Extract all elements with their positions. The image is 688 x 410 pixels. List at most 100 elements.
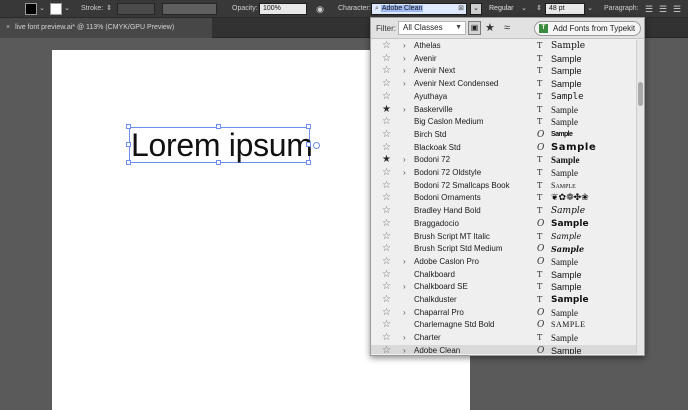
favorite-star-icon[interactable]: ☆ [382,256,391,269]
selection-handle[interactable] [216,124,221,129]
font-row[interactable]: ☆ Brush Script MT Italic T Sample [371,231,636,244]
expand-family-chevron-icon[interactable]: › [403,307,406,320]
font-row[interactable]: ☆ › Chalkboard SE T Sample [371,281,636,294]
align-center-icon[interactable]: ☰ [657,3,669,15]
favorite-star-icon[interactable]: ☆ [382,167,391,180]
filter-classes-select[interactable]: All Classes ▼ [398,21,466,35]
favorite-star-icon[interactable]: ☆ [382,192,391,205]
font-style-dropdown-chevron-icon[interactable]: ⌄ [520,3,528,15]
fill-dropdown-chevron-icon[interactable]: ⌄ [38,3,46,15]
favorite-star-icon[interactable]: ☆ [382,180,391,193]
expand-family-chevron-icon[interactable]: › [403,53,406,66]
font-row[interactable]: ☆ Big Caslon Medium T Sample [371,116,636,129]
selection-handle[interactable] [306,124,311,129]
font-row[interactable]: ☆ Braggadocio O Sample [371,218,636,231]
favorite-star-icon[interactable]: ☆ [382,243,391,256]
font-style-value[interactable]: Regular [489,0,514,18]
text-out-port[interactable] [313,142,320,149]
font-row[interactable]: ☆ Bradley Hand Bold T Sample [371,205,636,218]
favorite-star-icon[interactable]: ☆ [382,205,391,218]
filter-similar-icon[interactable]: ≈ [504,20,510,36]
selection-handle[interactable] [126,160,131,165]
font-size-field[interactable]: 48 pt [545,3,585,15]
stroke-weight-stepper-icon[interactable]: ⇕ [105,3,113,15]
selection-handle[interactable] [126,124,131,129]
favorite-star-icon[interactable]: ☆ [382,332,391,345]
favorite-star-icon[interactable]: ☆ [382,78,391,91]
font-row[interactable]: ☆ › Avenir Next Condensed T Sample [371,78,636,91]
expand-family-chevron-icon[interactable]: › [403,256,406,269]
favorite-star-icon[interactable]: ☆ [382,231,391,244]
font-row[interactable]: ☆ Birch Std O Sample [371,129,636,142]
favorite-star-icon[interactable]: ☆ [382,129,391,142]
favorite-star-icon[interactable]: ☆ [382,65,391,78]
expand-family-chevron-icon[interactable]: › [403,40,406,53]
font-row[interactable]: ☆ Bodoni 72 Smallcaps Book T Sample [371,180,636,193]
font-row[interactable]: ☆ › Adobe Caslon Pro O Sample [371,256,636,269]
font-family-dropdown-chevron-icon[interactable]: ⌄ [470,3,482,15]
font-row[interactable]: ☆ Charlemagne Std Bold O SAMPLE [371,319,636,332]
expand-family-chevron-icon[interactable]: › [403,104,406,117]
scrollbar-thumb[interactable] [638,82,643,106]
favorite-star-icon[interactable]: ☆ [382,294,391,307]
font-list[interactable]: ☆ › Athelas T Sample ☆ › Avenir T Sample ☆ › Avenir … [371,40,636,354]
font-row[interactable]: ★ › Baskerville T Sample [371,104,636,117]
document-tab[interactable]: × live font preview.ai* @ 113% (CMYK/GPU … [0,18,212,38]
favorite-star-icon[interactable]: ☆ [382,53,391,66]
selection-handle[interactable] [306,142,311,147]
favorite-star-icon[interactable]: ☆ [382,142,391,155]
font-row[interactable]: ☆ Blackoak Std O Sample [371,142,636,155]
font-row[interactable]: ☆ › Avenir T Sample [371,53,636,66]
font-row[interactable]: ☆ Chalkboard T Sample [371,269,636,282]
fill-swatch[interactable] [25,3,37,15]
variable-width-profile[interactable] [162,3,217,15]
font-row[interactable]: ☆ Brush Script Std Medium O Sample [371,243,636,256]
favorite-star-icon[interactable]: ☆ [382,116,391,129]
font-family-field[interactable]: ⌕ Adobe Clean ⊠ [371,3,467,15]
font-size-stepper-icon[interactable]: ⇕ [535,3,543,15]
expand-family-chevron-icon[interactable]: › [403,65,406,78]
favorite-star-icon[interactable]: ☆ [382,319,391,332]
font-row[interactable]: ☆ › Athelas T Sample [371,40,636,53]
font-list-scrollbar[interactable] [636,40,644,354]
font-size-dropdown-chevron-icon[interactable]: ⌄ [586,3,594,15]
stroke-weight-field[interactable] [117,3,155,15]
clear-field-icon[interactable]: ⊠ [458,4,464,14]
font-row[interactable]: ☆ › Adobe Clean O Sample [371,344,636,354]
favorite-star-icon[interactable]: ☆ [382,269,391,282]
expand-family-chevron-icon[interactable]: › [403,281,406,294]
favorite-star-filled-icon[interactable]: ★ [382,154,391,167]
font-row[interactable]: ☆ › Avenir Next T Sample [371,65,636,78]
opacity-field[interactable]: 100% [259,3,307,15]
favorite-star-icon[interactable]: ☆ [382,40,391,53]
selection-handle[interactable] [216,160,221,165]
expand-family-chevron-icon[interactable]: › [403,154,406,167]
filter-favorites-star-icon[interactable]: ★ [485,20,495,36]
recolor-icon[interactable]: ◉ [314,3,326,15]
expand-family-chevron-icon[interactable]: › [403,332,406,345]
align-left-icon[interactable]: ☰ [643,3,655,15]
font-row[interactable]: ☆ › Chaparral Pro O Sample [371,307,636,320]
favorite-star-icon[interactable]: ☆ [382,218,391,231]
expand-family-chevron-icon[interactable]: › [403,167,406,180]
add-fonts-from-typekit-button[interactable]: T Add Fonts from Typekit [534,21,641,36]
favorite-star-icon[interactable]: ☆ [382,307,391,320]
selection-handle[interactable] [126,142,131,147]
font-row[interactable]: ☆ › Charter T Sample [371,332,636,345]
canvas-text-object[interactable]: Lorem ipsum [131,126,313,164]
font-row[interactable]: ★ › Bodoni 72 T Sample [371,154,636,167]
favorite-star-icon[interactable]: ☆ [382,345,391,354]
favorite-star-icon[interactable]: ☆ [382,281,391,294]
font-row[interactable]: ☆ Ayuthaya T Sample [371,91,636,104]
filter-typekit-icon[interactable]: ▣ [468,21,481,35]
favorite-star-filled-icon[interactable]: ★ [382,104,391,117]
favorite-star-icon[interactable]: ☆ [382,91,391,104]
align-right-icon[interactable]: ☰ [671,3,683,15]
stroke-dropdown-chevron-icon[interactable]: ⌄ [63,3,71,15]
selection-handle[interactable] [306,160,311,165]
font-row[interactable]: ☆ Bodoni Ornaments T ❦✿❁✤❀ [371,192,636,205]
expand-family-chevron-icon[interactable]: › [403,78,406,91]
font-row[interactable]: ☆ Chalkduster T Sample [371,294,636,307]
stroke-swatch[interactable] [50,3,62,15]
expand-family-chevron-icon[interactable]: › [403,345,406,354]
